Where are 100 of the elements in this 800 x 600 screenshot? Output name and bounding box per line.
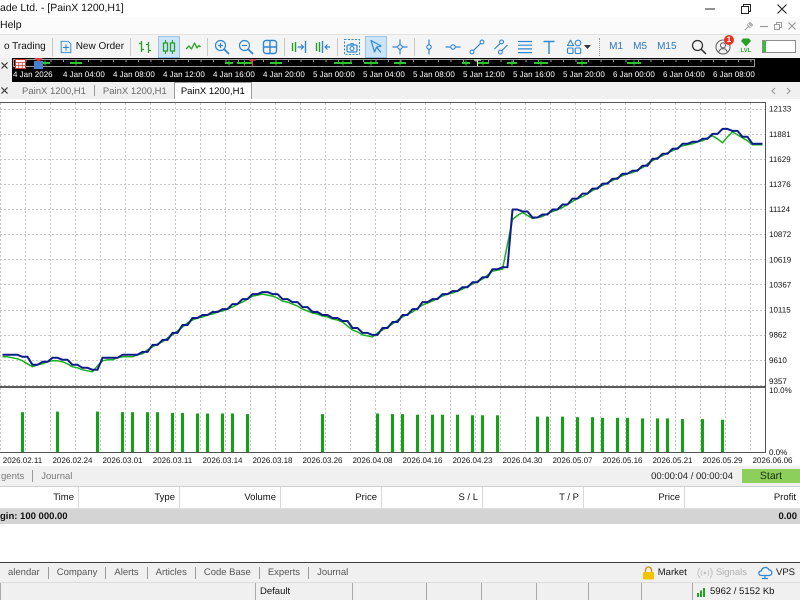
gem-icon: [740, 38, 752, 47]
shift-left-icon[interactable]: [315, 38, 332, 54]
close-icon[interactable]: [1, 87, 8, 94]
chart-tab[interactable]: PainX 1200,H1: [174, 82, 252, 99]
axis-label: 11629: [769, 154, 791, 164]
histogram-bar: [401, 414, 404, 452]
chart-tab[interactable]: PainX 1200,H1: [15, 82, 93, 99]
histogram-bar: [681, 419, 684, 452]
search-icon[interactable]: [691, 38, 707, 54]
calendar-icon[interactable]: [15, 58, 26, 69]
axis-label: 2026.05.21: [652, 456, 693, 465]
histogram-bar: [656, 418, 659, 452]
axis-label: 2026.03.01: [102, 456, 143, 465]
scroll-right-icon[interactable]: [291, 38, 308, 54]
close-icon[interactable]: [777, 4, 787, 14]
menu-item[interactable]: Help: [0, 17, 28, 34]
column-header[interactable]: T / P: [483, 487, 584, 508]
time-label: 6 Jan 00:00: [613, 69, 656, 80]
drawing-tool-button[interactable]: [365, 36, 388, 58]
service-link[interactable]: VPS: [752, 564, 800, 580]
toolbar-button[interactable]: o Trading: [0, 36, 50, 58]
timeframe-button[interactable]: M5: [628, 36, 652, 58]
time-label: 5 Jan 16:00: [513, 69, 556, 80]
broadcast-icon: [696, 566, 713, 578]
chart-tab[interactable]: PainX 1200,H1: [96, 82, 174, 99]
histogram-bar: [56, 412, 59, 452]
column-header[interactable]: Time: [0, 487, 79, 508]
bookmark-icon[interactable]: [33, 58, 44, 69]
toolbox-tab[interactable]: Code Base: [196, 564, 259, 580]
service-link[interactable]: Market: [636, 564, 692, 580]
chart-type-button[interactable]: [158, 36, 180, 58]
panel-tab[interactable]: Journal: [33, 468, 80, 484]
camera-icon[interactable]: [344, 38, 360, 54]
panel-tab[interactable]: gents: [0, 468, 32, 484]
histogram-bar: [246, 414, 249, 452]
axis-label: 2026.04.08: [352, 456, 393, 465]
lock-icon: [642, 566, 655, 580]
histogram-bar: [146, 412, 149, 452]
profile-name: Default: [260, 586, 290, 597]
histogram-bar: [626, 418, 629, 452]
pin-icon[interactable]: [744, 20, 754, 30]
histogram-bar: [481, 415, 484, 452]
axis-label: 11124: [769, 205, 790, 214]
histogram-bar: [96, 412, 99, 452]
histogram-bar: [471, 415, 474, 452]
time-label: 4 Jan 20:00: [263, 69, 306, 80]
cloud-icon: [756, 565, 773, 580]
histogram-bar: [456, 414, 459, 452]
bar-chart-icon: [137, 38, 154, 54]
timeframe-button[interactable]: M15: [652, 36, 682, 58]
user-icon[interactable]: [715, 38, 731, 54]
histogram-bar: [21, 412, 24, 452]
histogram-bar: [196, 414, 199, 452]
axis-label: 2026.05.07: [552, 456, 593, 465]
toolbox-tab[interactable]: Articles: [148, 564, 195, 580]
chevron-right-icon[interactable]: [786, 86, 792, 94]
time-label: 6 Jan 08:00: [713, 69, 756, 80]
axis-label: 11376: [769, 180, 791, 189]
histogram-bar: [666, 418, 669, 452]
timeframe-button[interactable]: M1: [604, 36, 628, 58]
column-header[interactable]: S / L: [382, 487, 483, 508]
column-header[interactable]: Price: [584, 487, 685, 508]
axis-label: 9862: [769, 330, 787, 340]
toolbox-tab[interactable]: Alerts: [106, 564, 147, 580]
zoom-in-icon[interactable]: [214, 38, 230, 54]
summary-text: gin: 100 000.00: [0, 510, 68, 524]
time-label: 4 Jan 12:00: [163, 69, 206, 80]
axis-label: 10367: [769, 280, 792, 290]
column-header[interactable]: Type: [79, 487, 180, 508]
shapes-icon: [566, 38, 582, 54]
toolbox-tab[interactable]: alendar: [0, 564, 48, 580]
grid-icon[interactable]: [262, 38, 278, 54]
histogram-bar: [721, 420, 724, 452]
histogram-bar: [616, 418, 619, 452]
traffic-counter: 5962 / 5152 Kb: [710, 586, 774, 597]
toolbox-tab[interactable]: Company: [48, 564, 106, 580]
column-header[interactable]: Volume: [180, 487, 281, 508]
toolbox-tab[interactable]: Journal: [309, 564, 356, 580]
histogram-bar: [416, 414, 419, 452]
column-header[interactable]: Price: [281, 487, 382, 508]
chevron-left-icon[interactable]: [770, 86, 776, 94]
axis-label: 10115: [769, 306, 791, 314]
toolbar-button[interactable]: New Order: [54, 36, 128, 58]
axis-label: 2026.05.16: [602, 456, 643, 465]
time-label: 4 Jan 16:00: [213, 69, 256, 80]
histogram-bar: [536, 416, 539, 452]
elapsed-time: 00:00:04 / 00:00:04: [651, 470, 733, 482]
histogram-bar: [171, 412, 174, 452]
axis-label: 2026.02.11: [2, 456, 42, 465]
toolbox-tab[interactable]: Experts: [260, 564, 308, 580]
start-button[interactable]: Start: [742, 469, 800, 483]
column-header[interactable]: Profit: [685, 487, 800, 508]
zoom-out-icon[interactable]: [238, 38, 254, 54]
time-label: 4 Jan 04:00: [63, 69, 106, 80]
crosshair-icon: [392, 38, 408, 54]
histogram-bar: [321, 414, 324, 452]
histogram-bar: [641, 418, 644, 452]
restore-icon[interactable]: [741, 4, 751, 14]
close-icon[interactable]: [1, 62, 8, 69]
histogram-bar: [391, 414, 394, 452]
